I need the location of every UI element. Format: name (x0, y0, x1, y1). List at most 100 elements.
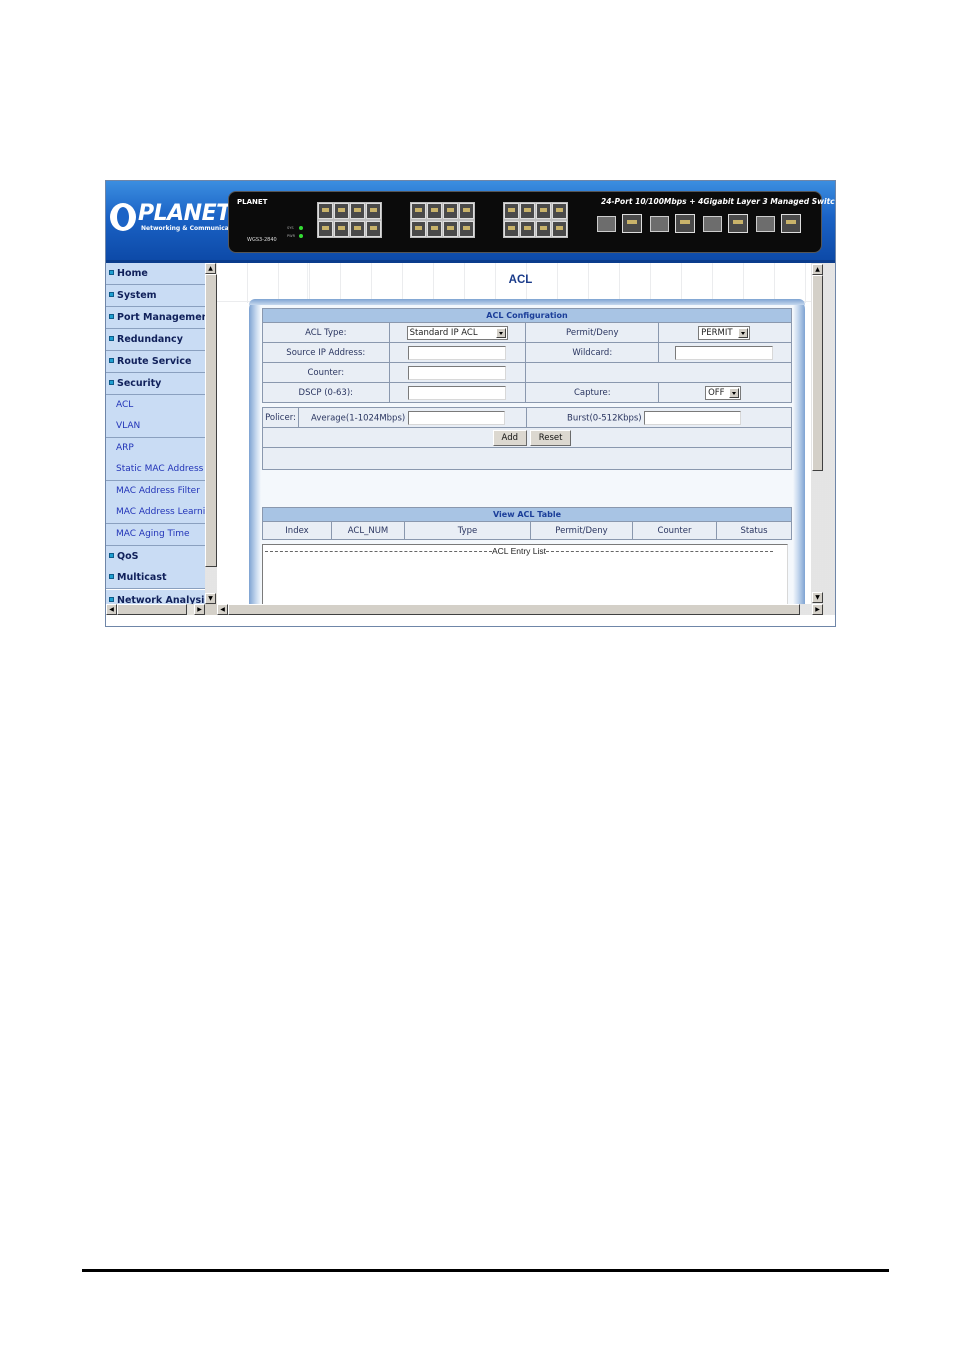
reset-button[interactable]: Reset (529, 429, 572, 446)
scroll-up-arrow-icon[interactable]: ▲ (205, 263, 216, 274)
sidebar-item-acl[interactable]: ACL (106, 395, 205, 417)
scroll-left-arrow-icon[interactable]: ◀ (106, 604, 117, 615)
capture-select[interactable]: OFF (705, 385, 742, 400)
chevron-down-icon (729, 387, 740, 398)
sfp-port-icon (650, 216, 669, 232)
column-header-index: Index (262, 521, 332, 540)
main-content-frame: ACL ACL Configuration ACL Type: Standard… (217, 263, 824, 615)
main-scroll-thumb[interactable] (812, 275, 823, 471)
spacer-row (262, 447, 792, 470)
sys-led-icon (299, 226, 303, 230)
average-label: Average(1-1024Mbps) (311, 413, 406, 423)
sidebar-item-route-service[interactable]: Route Service (106, 351, 205, 373)
sidebar-item-vlan[interactable]: VLAN (106, 416, 205, 438)
gigabit-port-icon (728, 214, 748, 233)
counter-label: Counter: (262, 362, 390, 383)
pwr-led-label: PWR (287, 234, 296, 238)
gigabit-port-icon (675, 214, 695, 233)
sidebar-item-redundancy[interactable]: Redundancy (106, 329, 205, 351)
sidebar-item-label: QoS (117, 551, 139, 562)
sidebar-item-security[interactable]: Security (106, 373, 205, 395)
sidebar-item-arp[interactable]: ARP (106, 438, 205, 460)
page-title: ACL (508, 274, 533, 286)
menu-bullet-icon (109, 292, 114, 297)
header-banner: PLANET Networking & Communication PLANET… (106, 181, 835, 263)
planet-logo: PLANET Networking & Communication (108, 201, 242, 237)
acl-configuration-table: ACL Configuration ACL Type: Standard IP … (262, 308, 792, 403)
source-ip-label: Source IP Address: (262, 342, 390, 363)
device-model: WGS3-2840 (247, 237, 277, 243)
dscp-label: DSCP (0-63): (262, 382, 390, 403)
scroll-right-arrow-icon[interactable]: ▶ (194, 604, 205, 615)
source-ip-input[interactable] (407, 345, 506, 360)
main-horizontal-scrollbar[interactable]: ◀ ▶ (217, 604, 824, 615)
sidebar-item-mac-address-filter[interactable]: MAC Address Filter (106, 481, 205, 503)
scroll-left-arrow-icon[interactable]: ◀ (217, 604, 228, 615)
main-hscroll-thumb[interactable] (228, 604, 800, 615)
sidebar-item-label: VLAN (116, 421, 141, 431)
device-brand: PLANET (237, 198, 268, 206)
menu-bullet-icon (109, 270, 114, 275)
sidebar-item-label: Static MAC Address (116, 464, 204, 474)
sidebar-item-label: MAC Address Learning (116, 507, 205, 517)
capture-label: Capture: (525, 382, 660, 403)
add-button[interactable]: Add (492, 429, 527, 446)
port-block-17-24 (503, 202, 568, 238)
sidebar-item-mac-aging-time[interactable]: MAC Aging Time (106, 524, 205, 546)
scroll-down-arrow-icon[interactable]: ▼ (205, 593, 216, 604)
menu-bullet-icon (109, 358, 114, 363)
average-input[interactable] (407, 410, 505, 425)
column-header-permit-deny: Permit/Deny (530, 521, 633, 540)
chevron-down-icon (738, 327, 749, 338)
sidebar-item-multicast[interactable]: Multicast (106, 567, 205, 589)
wildcard-input[interactable] (675, 345, 774, 360)
sidebar-horizontal-scrollbar[interactable]: ◀ ▶ (106, 604, 217, 615)
footer-rule (82, 1269, 889, 1272)
logo-name: PLANET (138, 201, 231, 226)
planet-logo-icon (110, 203, 136, 231)
sidebar-item-qos[interactable]: QoS (106, 546, 205, 568)
permit-deny-label: Permit/Deny (525, 322, 660, 343)
acl-view-table: View ACL Table Index ACL_NUM Type Permit… (262, 507, 792, 540)
chevron-down-icon (495, 327, 506, 338)
burst-input[interactable] (644, 410, 742, 425)
acl-type-select[interactable]: Standard IP ACL (406, 325, 508, 340)
menu-bullet-icon (109, 574, 114, 579)
menu-bullet-icon (109, 336, 114, 341)
menu-bullet-icon (109, 553, 114, 558)
counter-input[interactable] (407, 365, 506, 380)
sidebar-item-home[interactable]: Home (106, 263, 205, 285)
main-vertical-scrollbar[interactable]: ▲ ▼ (811, 263, 824, 604)
sfp-port-icon (756, 216, 775, 232)
sidebar-nav: Home System Port Management Redundancy Route… (106, 263, 217, 615)
sidebar-item-static-mac-address[interactable]: Static MAC Address (106, 459, 205, 481)
menu-bullet-icon (109, 314, 114, 319)
port-block-1-8 (317, 202, 382, 238)
sidebar-item-label: ARP (116, 443, 134, 453)
policer-label: Policer: (262, 407, 299, 428)
sidebar-vertical-scrollbar[interactable]: ▲ ▼ (205, 263, 217, 604)
scroll-up-arrow-icon[interactable]: ▲ (812, 264, 823, 275)
sidebar-scroll-thumb[interactable] (205, 274, 217, 567)
column-header-status: Status (716, 521, 792, 540)
dscp-input[interactable] (407, 385, 506, 400)
acl-type-label: ACL Type: (262, 322, 390, 343)
menu-bullet-icon (109, 380, 114, 385)
logo-tagline: Networking & Communication (141, 225, 243, 232)
pwr-led-icon (299, 234, 303, 238)
scroll-down-arrow-icon[interactable]: ▼ (812, 592, 823, 603)
permit-deny-select[interactable]: PERMIT (698, 325, 751, 340)
sidebar-item-system[interactable]: System (106, 285, 205, 307)
sidebar-item-label: ACL (116, 400, 134, 410)
sidebar-item-mac-address-learning[interactable]: MAC Address Learning (106, 502, 205, 524)
acl-panel: ACL Configuration ACL Type: Standard IP … (249, 299, 805, 615)
view-acl-table-header: View ACL Table (262, 507, 792, 522)
sidebar-item-port-management[interactable]: Port Management (106, 307, 205, 329)
sidebar-hscroll-thumb[interactable] (117, 604, 187, 615)
gigabit-port-icon (781, 214, 801, 233)
acl-configuration-header: ACL Configuration (262, 308, 792, 323)
sfp-port-icon (703, 216, 722, 232)
scroll-right-arrow-icon[interactable]: ▶ (812, 604, 823, 615)
column-header-type: Type (404, 521, 531, 540)
switch-front-panel: PLANET WGS3-2840 SYS PWR 24-Port 10/100M… (228, 191, 835, 253)
